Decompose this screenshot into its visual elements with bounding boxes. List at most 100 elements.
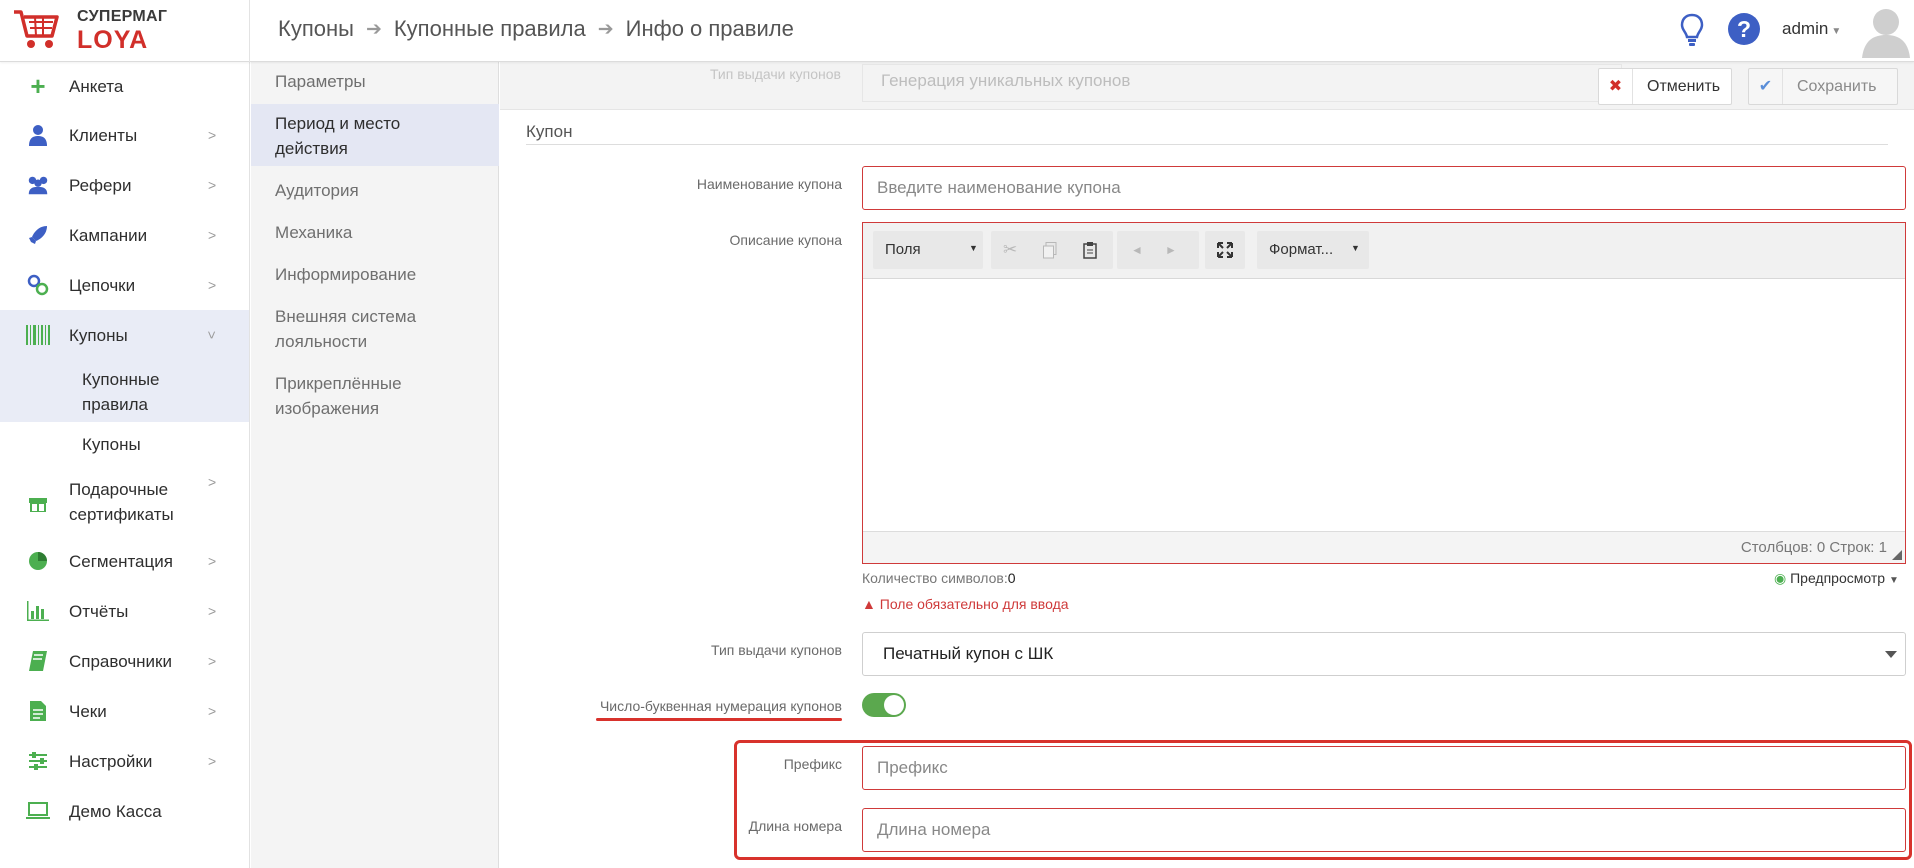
number-length-input[interactable]: Длина номера	[862, 808, 1906, 852]
format-dropdown[interactable]: Формат... ▼	[1257, 231, 1369, 269]
eye-icon: ◉	[1774, 570, 1787, 586]
sidebar-subitem-coupon-rules[interactable]: Купонные правила	[0, 360, 249, 422]
users-icon	[28, 176, 48, 195]
sidebar-item-label: Кампании	[69, 226, 148, 245]
divider	[526, 144, 1888, 145]
chevron-right-icon: >	[208, 603, 217, 619]
alnum-numbering-label: Число-буквенная нумерация купонов	[599, 698, 842, 714]
issue-type-value: Печатный купон с ШК	[883, 644, 1054, 663]
chevron-right-icon: >	[208, 474, 217, 490]
copy-icon[interactable]	[1043, 242, 1057, 259]
format-dropdown-label: Формат...	[1269, 241, 1334, 258]
maximize-group	[1205, 231, 1245, 269]
user-icon	[29, 125, 47, 146]
chevron-right-icon: >	[208, 653, 217, 669]
prefix-input[interactable]: Префикс	[862, 746, 1906, 790]
section-parameters[interactable]: Параметры	[251, 62, 499, 104]
coupon-form: Тип выдачи купонов Генерация уникальных …	[500, 62, 1914, 868]
section-audience[interactable]: Аудитория	[251, 166, 499, 208]
sidebar-item-reports[interactable]: Отчёты >	[0, 586, 249, 636]
sidebar-item-label: Купонные правила	[82, 370, 160, 414]
chevron-right-icon: >	[208, 553, 217, 569]
section-label: Прикреплённые изображения	[275, 374, 402, 418]
number-length-label: Длина номера	[748, 818, 842, 834]
avatar[interactable]	[1860, 4, 1912, 58]
chevron-down-icon: ▼	[1888, 575, 1899, 586]
coupon-description-editor[interactable]: Поля ▼ ✂ ◄ ► Формат... ▼ Столбцов: 0 Стр…	[862, 222, 1906, 564]
sidebar-item-campaigns[interactable]: Кампании >	[0, 210, 249, 260]
save-button[interactable]: ✔ Сохранить	[1748, 68, 1898, 105]
close-icon: ✖	[1599, 69, 1633, 104]
section-label: Механика	[275, 223, 353, 242]
logo-title: СУПЕРМАГ	[77, 8, 168, 25]
caret-down-icon: ▼	[1351, 243, 1360, 253]
username: admin	[1782, 19, 1829, 38]
breadcrumb-item-rule-info: Инфо о правиле	[625, 16, 794, 41]
sidebar-item-clients[interactable]: Клиенты >	[0, 110, 249, 160]
redo-icon[interactable]: ►	[1165, 243, 1177, 257]
plus-icon: +	[30, 70, 46, 101]
paste-icon[interactable]	[1083, 241, 1097, 259]
sidebar-item-referrers[interactable]: Рефери >	[0, 160, 249, 210]
preview-toggle[interactable]: ◉ Предпросмотр ▼	[1774, 570, 1899, 587]
bar-chart-icon	[27, 601, 49, 621]
prefix-label: Префикс	[783, 756, 842, 772]
section-informing[interactable]: Информирование	[251, 250, 499, 292]
section-external-loyalty[interactable]: Внешняя система лояльности	[251, 304, 499, 366]
lightbulb-icon[interactable]	[1680, 13, 1704, 47]
chevron-right-icon: >	[208, 753, 217, 769]
char-count-label: Количество символов:	[862, 570, 1008, 586]
logo[interactable]: СУПЕРМАГ LOYA	[0, 0, 250, 62]
sidebar-item-dictionaries[interactable]: Справочники >	[0, 636, 249, 686]
sidebar-item-questionnaire[interactable]: + Анкета	[0, 62, 249, 110]
sidebar-subitem-coupons[interactable]: Купоны	[0, 422, 249, 468]
faded-field-label: Тип выдачи купонов	[710, 66, 841, 82]
section-period-and-place[interactable]: Период и место действия	[251, 104, 499, 166]
help-icon[interactable]: ?	[1728, 13, 1760, 45]
section-label: Период и место действия	[275, 114, 401, 158]
issue-type-select[interactable]: Печатный купон с ШК	[862, 632, 1906, 676]
sidebar-item-segmentation[interactable]: Сегментация >	[0, 536, 249, 586]
coupon-name-input[interactable]: Введите наименование купона	[862, 166, 1906, 210]
breadcrumb-item-coupons[interactable]: Купоны	[278, 16, 354, 42]
arrow-right-icon: ➔	[365, 18, 382, 40]
resize-handle[interactable]	[1892, 550, 1902, 560]
arrow-right-icon: ➔	[597, 18, 614, 40]
char-count: Количество символов:0	[862, 570, 1016, 586]
sidebar-item-chains[interactable]: Цепочки >	[0, 260, 249, 310]
editor-status-bar: Столбцов: 0 Строк: 1	[863, 531, 1905, 563]
logo-subtitle: LOYA	[77, 26, 149, 54]
cancel-button[interactable]: ✖ Отменить	[1598, 68, 1732, 105]
section-label: Информирование	[275, 265, 417, 284]
sidebar-item-receipts[interactable]: Чеки >	[0, 686, 249, 736]
annotation-underline	[596, 718, 842, 721]
section-label: Внешняя система лояльности	[275, 307, 417, 351]
maximize-icon[interactable]	[1217, 242, 1233, 258]
user-menu[interactable]: admin ▼	[1782, 19, 1841, 39]
chevron-right-icon: >	[208, 277, 217, 293]
section-attached-images[interactable]: Прикреплённые изображения	[251, 371, 499, 433]
fields-dropdown-label: Поля	[885, 241, 921, 258]
sidebar-item-label: Справочники	[69, 652, 172, 671]
gift-icon	[29, 498, 47, 512]
breadcrumb-item-coupon-rules[interactable]: Купонные правила	[394, 16, 586, 42]
editor-status-text: Столбцов: 0 Строк: 1	[1740, 539, 1887, 556]
book-icon	[29, 651, 47, 671]
sidebar-item-demo-pos[interactable]: Демо Касса	[0, 786, 249, 836]
undo-icon[interactable]: ◄	[1131, 243, 1143, 257]
coupon-description-label: Описание купона	[729, 232, 842, 248]
issue-type-label: Тип выдачи купонов	[711, 642, 842, 658]
sidebar-item-gift-certificates[interactable]: Подарочные сертификаты >	[0, 468, 249, 536]
fields-dropdown[interactable]: Поля ▼	[873, 231, 983, 269]
action-bar: Тип выдачи купонов Генерация уникальных …	[500, 62, 1914, 110]
sidebar-item-label: Настройки	[69, 752, 153, 771]
save-label: Сохранить	[1797, 78, 1877, 95]
sidebar-item-label: Чеки	[69, 702, 107, 721]
sidebar-item-settings[interactable]: Настройки >	[0, 736, 249, 786]
section-nav: Параметры Период и место действия Аудито…	[251, 62, 499, 868]
cut-icon[interactable]: ✂	[1003, 240, 1017, 260]
alnum-numbering-toggle[interactable]	[862, 693, 906, 717]
sidebar-item-label: Подарочные сертификаты	[69, 480, 174, 524]
sidebar-item-coupons[interactable]: Купоны >	[0, 310, 249, 360]
section-mechanics[interactable]: Механика	[251, 208, 499, 250]
